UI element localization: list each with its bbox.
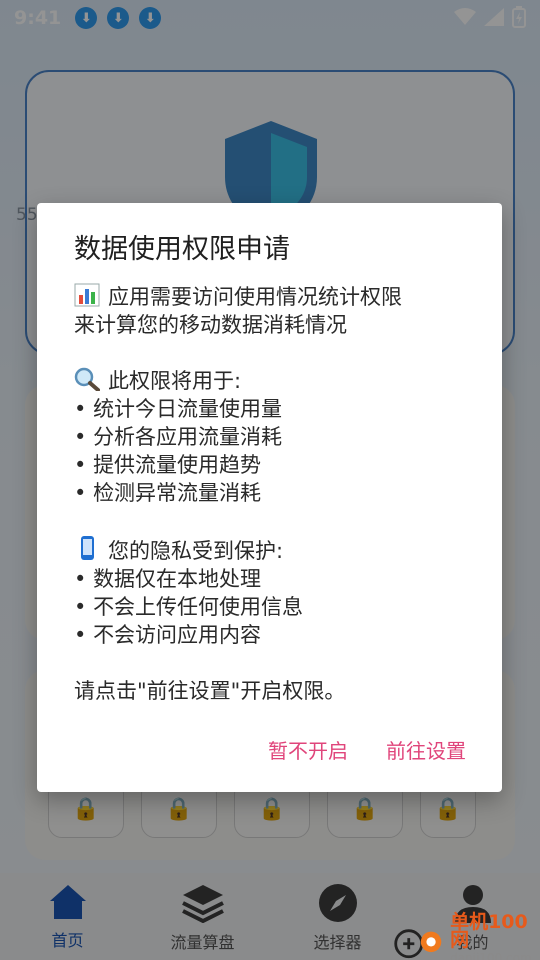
dialog-actions: 暂不开启 前往设置	[268, 735, 466, 764]
purpose-heading: 此权限将用于:	[108, 369, 242, 393]
dialog-title: 数据使用权限申请	[74, 234, 290, 265]
purpose-item-text: 统计今日流量使用量	[93, 397, 283, 421]
privacy-item: • 数据仅在本地处理	[74, 567, 262, 591]
privacy-heading: 您的隐私受到保护:	[108, 539, 284, 563]
intro-line-1: 应用需要访问使用情况统计权限	[108, 285, 402, 309]
go-to-settings-button[interactable]: 前往设置	[386, 735, 466, 764]
purpose-item: • 分析各应用流量消耗	[74, 425, 283, 449]
purpose-item-text: 分析各应用流量消耗	[93, 425, 283, 449]
cancel-button[interactable]: 暂不开启	[268, 735, 348, 764]
watermark-line-2: danji100.com	[450, 951, 532, 960]
watermark-line-1: 单机100网	[450, 911, 528, 951]
privacy-item-text: 不会上传任何使用信息	[93, 595, 304, 619]
intro-line-2: 来计算您的移动数据消耗情况	[74, 313, 347, 337]
dialog-footer-text: 请点击"前往设置"开启权限。	[74, 679, 346, 703]
phone-icon	[74, 535, 102, 560]
dialog-message: 应用需要访问使用情况统计权限 来计算您的移动数据消耗情况 此权限将用于: • 统…	[74, 283, 466, 705]
purpose-item: • 提供流量使用趋势	[74, 453, 262, 477]
purpose-item-text: 检测异常流量消耗	[93, 481, 262, 505]
privacy-item: • 不会上传任何使用信息	[74, 595, 304, 619]
site-logo-icon	[394, 929, 442, 959]
permission-dialog: 数据使用权限申请 应用需要访问使用情况统计权限 来计算您的移动数据消耗情况 此权…	[37, 203, 502, 792]
purpose-item-text: 提供流量使用趋势	[93, 453, 262, 477]
privacy-item: • 不会访问应用内容	[74, 623, 262, 647]
bar-chart-icon	[74, 283, 102, 307]
privacy-item-text: 数据仅在本地处理	[93, 567, 262, 591]
purpose-item: • 统计今日流量使用量	[74, 397, 283, 421]
purpose-item: • 检测异常流量消耗	[74, 481, 262, 505]
watermark-text: 单机100网 danji100.com	[450, 913, 540, 960]
watermark: 单机100网 danji100.com	[392, 913, 540, 960]
magnifier-icon	[74, 367, 102, 392]
privacy-item-text: 不会访问应用内容	[93, 623, 262, 647]
